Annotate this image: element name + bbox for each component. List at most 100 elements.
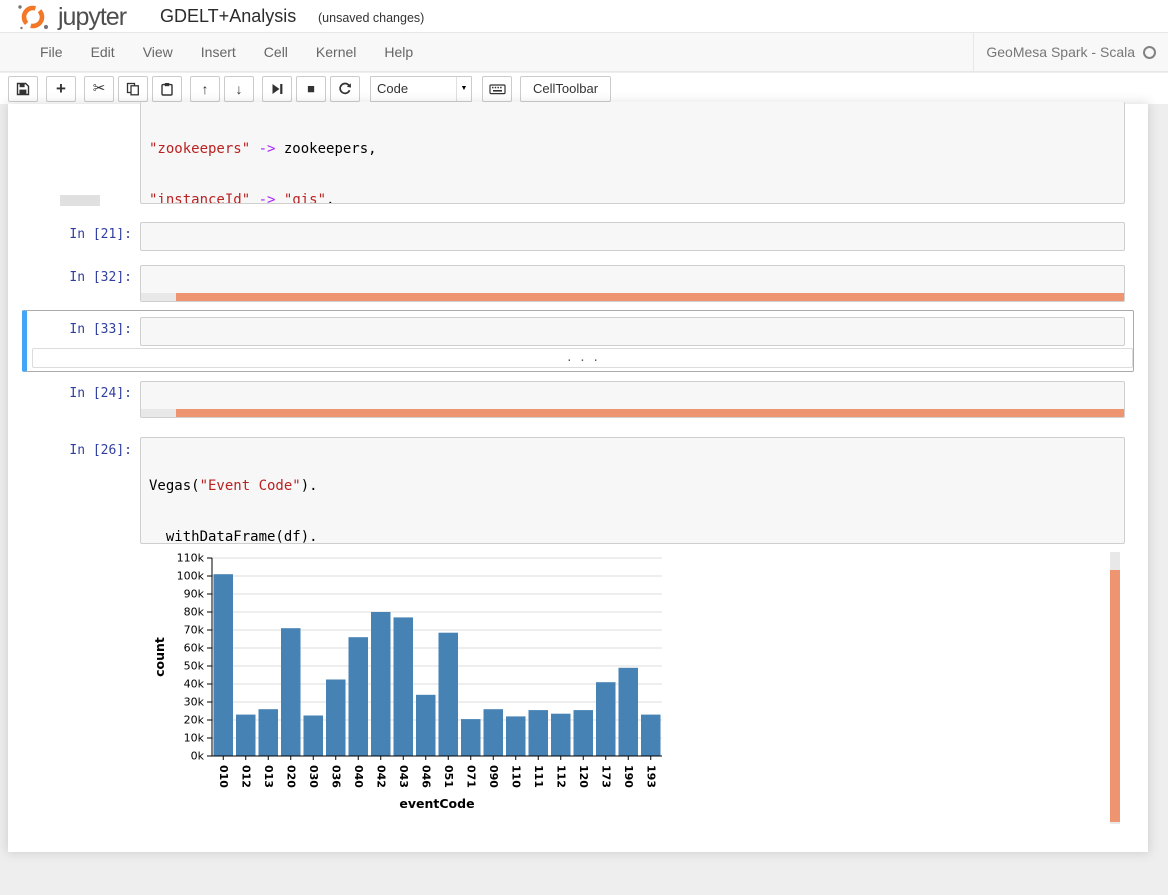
svg-text:120: 120 xyxy=(577,765,590,788)
horizontal-scrollbar[interactable] xyxy=(141,409,1124,417)
move-cell-up-button[interactable]: ↑ xyxy=(190,76,220,102)
svg-text:173: 173 xyxy=(599,765,612,788)
svg-text:90k: 90k xyxy=(184,588,205,601)
celltoolbar-button[interactable]: CellToolbar xyxy=(520,76,611,102)
svg-text:50k: 50k xyxy=(184,660,205,673)
code-line: Vegas("Event Code"). xyxy=(149,478,1116,495)
menu-cell[interactable]: Cell xyxy=(250,33,302,71)
svg-text:112: 112 xyxy=(554,765,567,788)
svg-text:count: count xyxy=(152,637,167,677)
svg-text:051: 051 xyxy=(442,765,455,788)
svg-text:110k: 110k xyxy=(177,552,205,565)
arrow-up-icon: ↑ xyxy=(202,82,209,96)
svg-text:110: 110 xyxy=(509,765,522,788)
arrow-down-icon: ↓ xyxy=(236,82,243,96)
input-prompt: In [33]: xyxy=(8,322,132,337)
copy-cell-button[interactable] xyxy=(118,76,148,102)
svg-text:190: 190 xyxy=(622,765,635,788)
menu-view[interactable]: View xyxy=(129,33,187,71)
input-prompt: In [32]: xyxy=(8,270,132,285)
cell-type-value: Code xyxy=(371,81,408,96)
svg-text:193: 193 xyxy=(644,765,657,788)
menubar: File Edit View Insert Cell Kernel Help G… xyxy=(0,32,1168,72)
notebook-title[interactable]: GDELT+Analysis xyxy=(160,6,296,27)
svg-text:042: 042 xyxy=(374,765,387,788)
svg-text:0k: 0k xyxy=(191,750,205,763)
logo-text: jupyter xyxy=(58,3,126,32)
code-cell-input-33[interactable]: L.show(sf.map { p => L.Circle(p.getX, p.… xyxy=(140,317,1125,346)
save-icon xyxy=(16,82,30,96)
notebook-area: "zookeepers" -> zookeepers, "instanceId"… xyxy=(8,104,1148,852)
code-cell-input-32[interactable]: . sf = fs.getFeatures().features.take(10… xyxy=(140,265,1125,302)
toolbar: + ✂ ↑ ↓ ■ xyxy=(0,73,1168,104)
kernel-indicator: GeoMesa Spark - Scala xyxy=(973,33,1156,71)
jupyter-logo[interactable]: jupyter xyxy=(12,2,126,32)
command-palette-button[interactable] xyxy=(482,76,512,102)
cell-type-select[interactable]: Code ▼ xyxy=(370,76,472,102)
svg-text:100k: 100k xyxy=(177,570,205,583)
code-line: withDataFrame(df). xyxy=(149,529,1116,544)
stop-icon: ■ xyxy=(307,82,315,95)
svg-text:80k: 80k xyxy=(184,606,205,619)
copy-icon xyxy=(126,82,140,96)
jupyter-logo-icon xyxy=(12,2,56,32)
paste-icon xyxy=(160,82,174,96)
svg-text:020: 020 xyxy=(284,765,297,788)
svg-text:010: 010 xyxy=(217,765,230,788)
input-prompt: In [26]: xyxy=(8,443,132,458)
save-button[interactable] xyxy=(8,76,38,102)
code-line: "instanceId" -> "gis", xyxy=(149,192,1116,204)
interrupt-kernel-button[interactable]: ■ xyxy=(296,76,326,102)
kernel-idle-icon xyxy=(1143,46,1156,59)
menu-file[interactable]: File xyxy=(26,33,77,71)
notebook-header: jupyter GDELT+Analysis (unsaved changes) xyxy=(0,0,1168,32)
vertical-scrollbar[interactable] xyxy=(1110,552,1120,824)
restart-kernel-button[interactable] xyxy=(330,76,360,102)
scrollbar-thumb[interactable] xyxy=(176,409,1124,417)
svg-text:012: 012 xyxy=(239,765,252,788)
svg-text:eventCode: eventCode xyxy=(399,796,474,811)
menu-insert[interactable]: Insert xyxy=(187,33,250,71)
paste-cell-button[interactable] xyxy=(152,76,182,102)
keyboard-icon xyxy=(489,82,506,96)
code-cell-input-24[interactable]: val df = spark.sql("select eventCode,cou… xyxy=(140,381,1125,418)
kernel-name: GeoMesa Spark - Scala xyxy=(986,44,1135,60)
run-icon xyxy=(270,82,284,96)
menu-kernel[interactable]: Kernel xyxy=(302,33,370,71)
bar-chart: 0k10k20k30k40k50k60k70k80k90k100k110k010… xyxy=(150,548,690,816)
svg-text:090: 090 xyxy=(487,765,500,788)
menu-help[interactable]: Help xyxy=(370,33,427,71)
svg-text:030: 030 xyxy=(307,765,320,788)
input-prompt: In [24]: xyxy=(8,386,132,401)
scrollbar-thumb[interactable] xyxy=(176,293,1124,301)
menu-edit[interactable]: Edit xyxy=(77,33,129,71)
add-cell-button[interactable]: + xyxy=(46,76,76,102)
restart-icon xyxy=(338,82,352,96)
move-cell-down-button[interactable]: ↓ xyxy=(224,76,254,102)
svg-text:20k: 20k xyxy=(184,714,205,727)
svg-text:111: 111 xyxy=(532,765,545,788)
code-line: "zookeepers" -> zookeepers, xyxy=(149,141,1116,158)
svg-text:70k: 70k xyxy=(184,624,205,637)
input-prompt: In [21]: xyxy=(8,227,132,242)
add-cell-icon: + xyxy=(56,80,66,97)
run-cell-button[interactable] xyxy=(262,76,292,102)
menu-items: File Edit View Insert Cell Kernel Help xyxy=(26,33,427,71)
code-cell-input-truncated[interactable]: "zookeepers" -> zookeepers, "instanceId"… xyxy=(140,102,1125,204)
horizontal-scrollbar[interactable] xyxy=(141,293,1124,301)
scrollbar-thumb[interactable] xyxy=(60,195,100,206)
cell-output-chart: 0k10k20k30k40k50k60k70k80k90k100k110k010… xyxy=(150,548,690,821)
svg-text:040: 040 xyxy=(352,765,365,788)
code-cell-input-26[interactable]: Vegas("Event Code"). withDataFrame(df). … xyxy=(140,437,1125,544)
select-dropdown-arrow-icon: ▼ xyxy=(456,77,471,101)
collapsed-output[interactable]: . . . xyxy=(32,348,1133,368)
svg-text:30k: 30k xyxy=(184,696,205,709)
svg-text:40k: 40k xyxy=(184,678,205,691)
scrollbar-thumb[interactable] xyxy=(1110,570,1120,822)
code-cell-input-21[interactable]: val fs = ds.getFeatureSource("gdelt") xyxy=(140,222,1125,251)
svg-text:10k: 10k xyxy=(184,732,205,745)
cut-cell-button[interactable]: ✂ xyxy=(84,76,114,102)
svg-text:071: 071 xyxy=(464,765,477,788)
svg-text:013: 013 xyxy=(262,765,275,788)
save-status: (unsaved changes) xyxy=(318,11,424,25)
